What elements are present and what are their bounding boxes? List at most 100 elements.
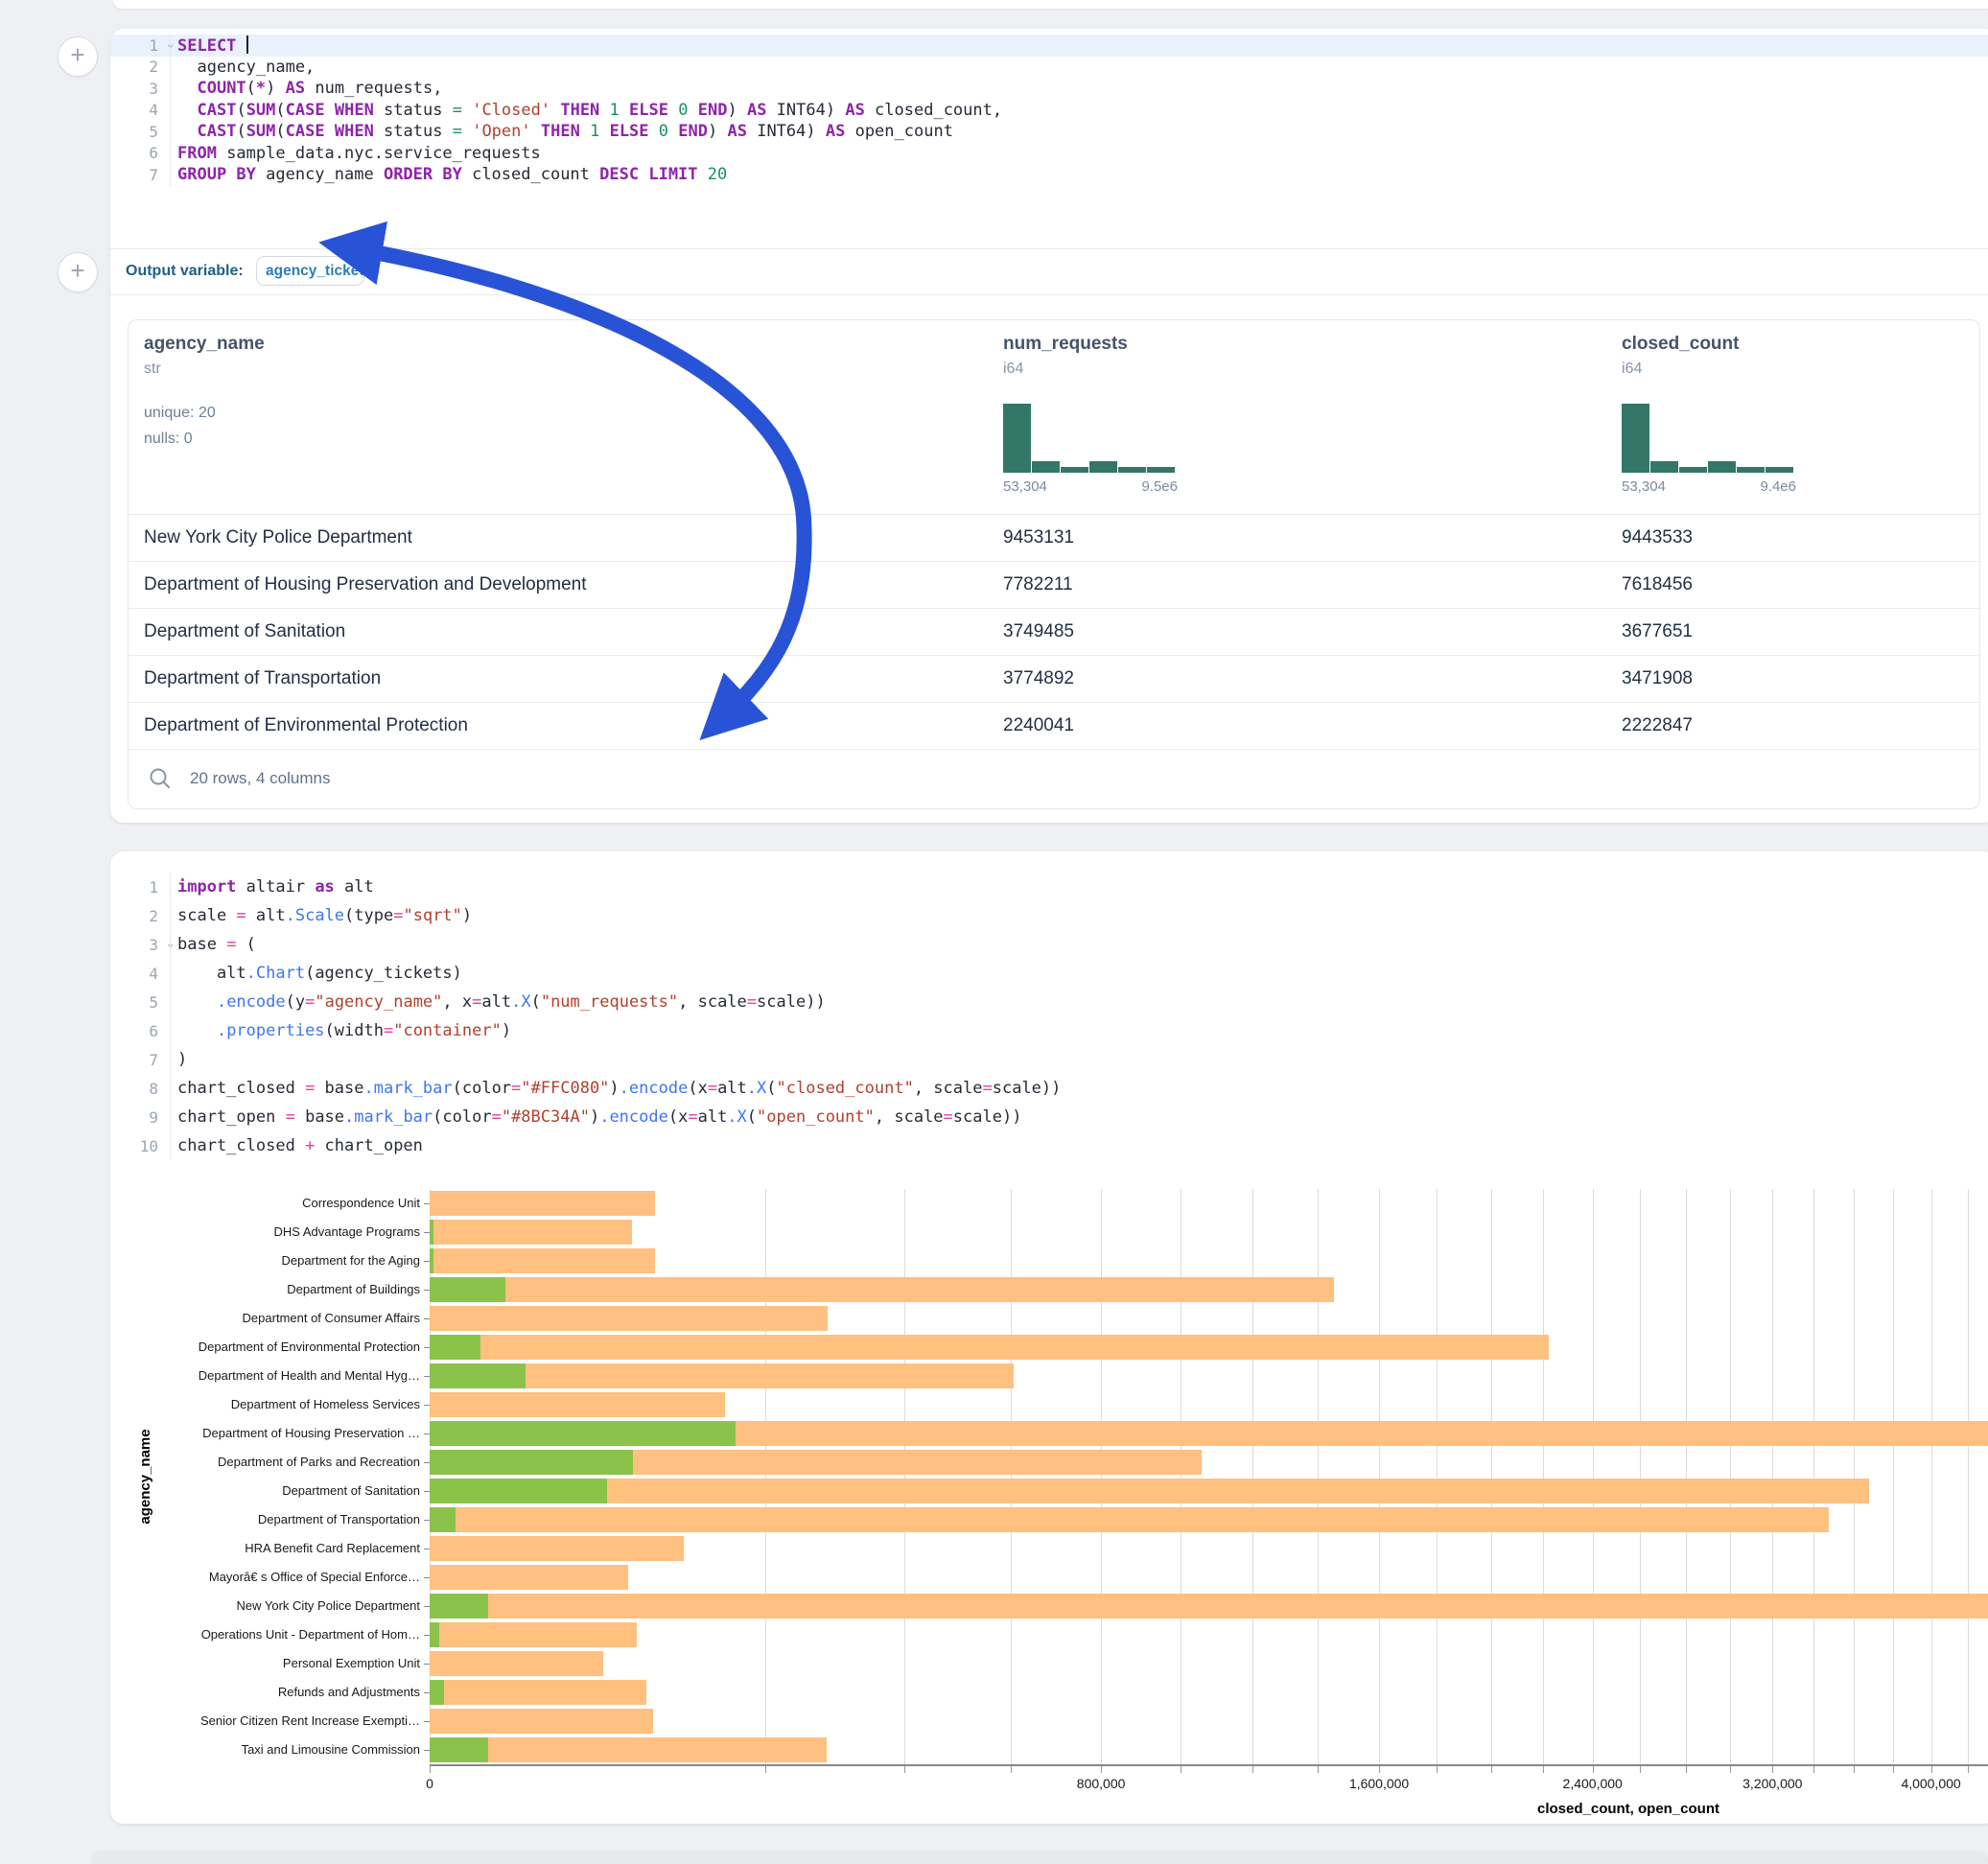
x-axis-label: 2,400,000 xyxy=(1535,1776,1650,1791)
x-tick xyxy=(904,1766,905,1773)
plus-icon: + xyxy=(70,40,84,69)
code-text: base = ( xyxy=(162,935,256,954)
python-code-editor[interactable]: 1import altair as alt2scale = alt.Scale(… xyxy=(110,873,1988,1160)
gutter-separator xyxy=(170,1016,171,1045)
bar-open-count xyxy=(430,1220,433,1245)
y-axis-label: Correspondence Unit xyxy=(110,1189,420,1218)
table-cell: New York City Police Department xyxy=(144,515,412,561)
code-line[interactable]: 2 agency_name, xyxy=(110,57,1988,79)
table-row[interactable]: Department of Transportation377489234719… xyxy=(129,656,1979,703)
table-row[interactable]: Department of Housing Preservation and D… xyxy=(129,562,1979,609)
table-row[interactable]: Department of Sanitation37494853677651 xyxy=(129,609,1979,656)
gridline xyxy=(1931,1189,1932,1765)
line-number: 6 xyxy=(110,1022,162,1040)
table-row[interactable]: Department of Environmental Protection22… xyxy=(129,703,1979,750)
code-line[interactable]: 6 .properties(width="container") xyxy=(110,1016,1988,1045)
gridline xyxy=(1491,1189,1492,1765)
column-type: str xyxy=(144,361,161,378)
code-line[interactable]: 3⌄base = ( xyxy=(110,930,1988,959)
table-cell: Department of Sanitation xyxy=(144,609,345,655)
code-line[interactable]: 1import altair as alt xyxy=(110,873,1988,901)
gutter-separator xyxy=(170,164,171,186)
divider xyxy=(110,248,1988,249)
bar-closed-count xyxy=(430,1594,1988,1619)
x-tick xyxy=(1101,1766,1102,1773)
histogram-range-labels: 53,3049.4e6 xyxy=(1622,478,1796,495)
output-variable-pill[interactable]: agency_tickets xyxy=(256,256,364,286)
histogram-bar xyxy=(1708,461,1736,473)
table-row[interactable]: New York City Police Department945313194… xyxy=(129,515,1979,562)
y-axis-label: Department of Consumer Affairs xyxy=(110,1304,420,1333)
line-number: 4 xyxy=(110,965,162,983)
code-line[interactable]: 10chart_closed + chart_open xyxy=(110,1131,1988,1160)
code-text: FROM sample_data.nyc.service_requests xyxy=(162,144,541,163)
x-tick xyxy=(1968,1766,1969,1773)
table-footer: 20 rows, 4 columns xyxy=(129,750,1979,807)
gutter-separator xyxy=(170,873,171,901)
code-line[interactable]: 7GROUP BY agency_name ORDER BY closed_co… xyxy=(110,164,1988,186)
gridline xyxy=(1101,1189,1102,1765)
column-type: i64 xyxy=(1003,361,1023,378)
y-axis-label: Mayorâ€ s Office of Special Enforce… xyxy=(110,1563,420,1592)
bar-open-count xyxy=(430,1450,633,1475)
gutter-separator xyxy=(170,901,171,930)
table-cell: 3774892 xyxy=(1003,656,1074,702)
x-axis-label: 1,600,000 xyxy=(1321,1776,1437,1791)
gridline xyxy=(1640,1189,1641,1765)
python-cell: 1import altair as alt2scale = alt.Scale(… xyxy=(110,851,1988,1824)
x-tick xyxy=(1593,1766,1594,1773)
code-line[interactable]: 4 CAST(SUM(CASE WHEN status = 'Closed' T… xyxy=(110,100,1988,122)
gridline xyxy=(765,1189,766,1765)
search-icon[interactable] xyxy=(148,766,173,791)
x-axis-title: closed_count, open_count xyxy=(1437,1801,1820,1817)
table-header: agency_namestrunique: 20nulls: 0num_requ… xyxy=(129,320,1979,515)
histogram-bar xyxy=(1089,461,1117,473)
bar-open-count xyxy=(430,1277,505,1302)
column-header-num_requests[interactable]: num_requestsi6453,3049.5e6 xyxy=(1003,320,1291,514)
y-axis-label: Department of Transportation xyxy=(110,1505,420,1534)
line-number: 1⌄ xyxy=(110,36,162,55)
line-number: 3⌄ xyxy=(110,936,162,954)
gridline xyxy=(1730,1189,1731,1765)
bar-closed-count xyxy=(430,1565,628,1590)
line-number: 7 xyxy=(110,166,162,184)
code-line[interactable]: 9chart_open = base.mark_bar(color="#8BC3… xyxy=(110,1103,1988,1131)
column-name: agency_name xyxy=(144,334,265,355)
histogram-bar xyxy=(1003,404,1031,473)
column-header-closed_count[interactable]: closed_counti6453,3049.4e6 xyxy=(1622,320,1909,514)
line-number: 2 xyxy=(110,907,162,925)
code-text: CAST(SUM(CASE WHEN status = 'Closed' THE… xyxy=(162,101,1002,120)
column-header-agency_name[interactable]: agency_namestrunique: 20nulls: 0 xyxy=(144,320,432,514)
sql-code-editor[interactable]: 1⌄SELECT 2 agency_name,3 COUNT(*) AS num… xyxy=(110,35,1988,186)
y-axis-label: New York City Police Department xyxy=(110,1592,420,1620)
code-line[interactable]: 8chart_closed = base.mark_bar(color="#FF… xyxy=(110,1074,1988,1103)
code-line[interactable]: 5 CAST(SUM(CASE WHEN status = 'Open' THE… xyxy=(110,121,1988,143)
column-name: num_requests xyxy=(1003,334,1128,355)
bar-open-count xyxy=(430,1248,433,1273)
line-number: 5 xyxy=(110,993,162,1012)
bar-closed-count xyxy=(430,1680,646,1705)
gridline xyxy=(1686,1189,1687,1765)
histogram-bar xyxy=(1650,461,1678,473)
column-histogram xyxy=(1622,404,1794,473)
y-axis-label: Department for the Aging xyxy=(110,1247,420,1275)
code-line[interactable]: 6FROM sample_data.nyc.service_requests xyxy=(110,143,1988,165)
code-line[interactable]: 7) xyxy=(110,1045,1988,1074)
histogram-bar xyxy=(1061,467,1088,473)
row-count-label: 20 rows, 4 columns xyxy=(190,769,330,788)
line-number: 7 xyxy=(110,1051,162,1069)
code-line[interactable]: 5 .encode(y="agency_name", x=alt.X("num_… xyxy=(110,988,1988,1016)
add-cell-button[interactable]: + xyxy=(58,252,98,292)
table-cell: Department of Environmental Protection xyxy=(144,703,468,749)
code-line[interactable]: 4 alt.Chart(agency_tickets) xyxy=(110,959,1988,988)
gridline xyxy=(1437,1189,1438,1765)
y-axis-label: Senior Citizen Rent Increase Exempti… xyxy=(110,1707,420,1736)
add-cell-button[interactable]: + xyxy=(58,36,98,77)
column-stat: nulls: 0 xyxy=(144,431,193,448)
code-line[interactable]: 1⌄SELECT xyxy=(110,35,1988,57)
code-line[interactable]: 2scale = alt.Scale(type="sqrt") xyxy=(110,901,1988,930)
x-tick xyxy=(765,1766,766,1773)
code-line[interactable]: 3 COUNT(*) AS num_requests, xyxy=(110,78,1988,100)
bar-open-count xyxy=(430,1622,439,1647)
line-number: 1 xyxy=(110,878,162,897)
